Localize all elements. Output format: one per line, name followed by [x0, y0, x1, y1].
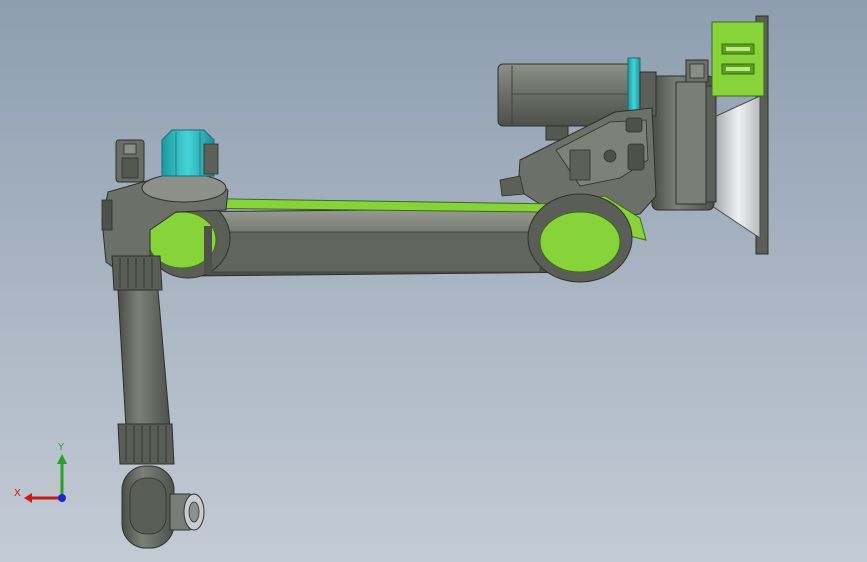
forearm-collar-top	[111, 255, 163, 291]
robot-arm-model[interactable]	[0, 0, 867, 562]
axis-triad: Y X	[14, 442, 67, 503]
z-axis-dot	[58, 494, 66, 502]
forearm-collar-bottom	[117, 423, 175, 465]
triad-shadow	[32, 470, 62, 496]
shoulder-hub-cap	[539, 211, 621, 273]
x-axis-label: X	[14, 488, 21, 499]
small-wrist-motor	[115, 139, 145, 183]
base-assembly[interactable]	[651, 15, 769, 255]
motor-cyan-ring	[627, 57, 641, 113]
3d-viewport[interactable]: Y X	[0, 0, 867, 562]
forearm-tube	[117, 289, 171, 429]
base-ring-2	[705, 85, 717, 203]
conical-flange	[711, 95, 761, 239]
green-bracket	[711, 21, 765, 97]
x-axis-arrow	[24, 493, 32, 503]
y-axis-arrow	[57, 454, 67, 464]
forearm[interactable]	[111, 255, 175, 465]
wrist-assembly[interactable]	[121, 465, 205, 549]
base-ring	[675, 81, 707, 205]
y-axis-label: Y	[57, 442, 65, 453]
